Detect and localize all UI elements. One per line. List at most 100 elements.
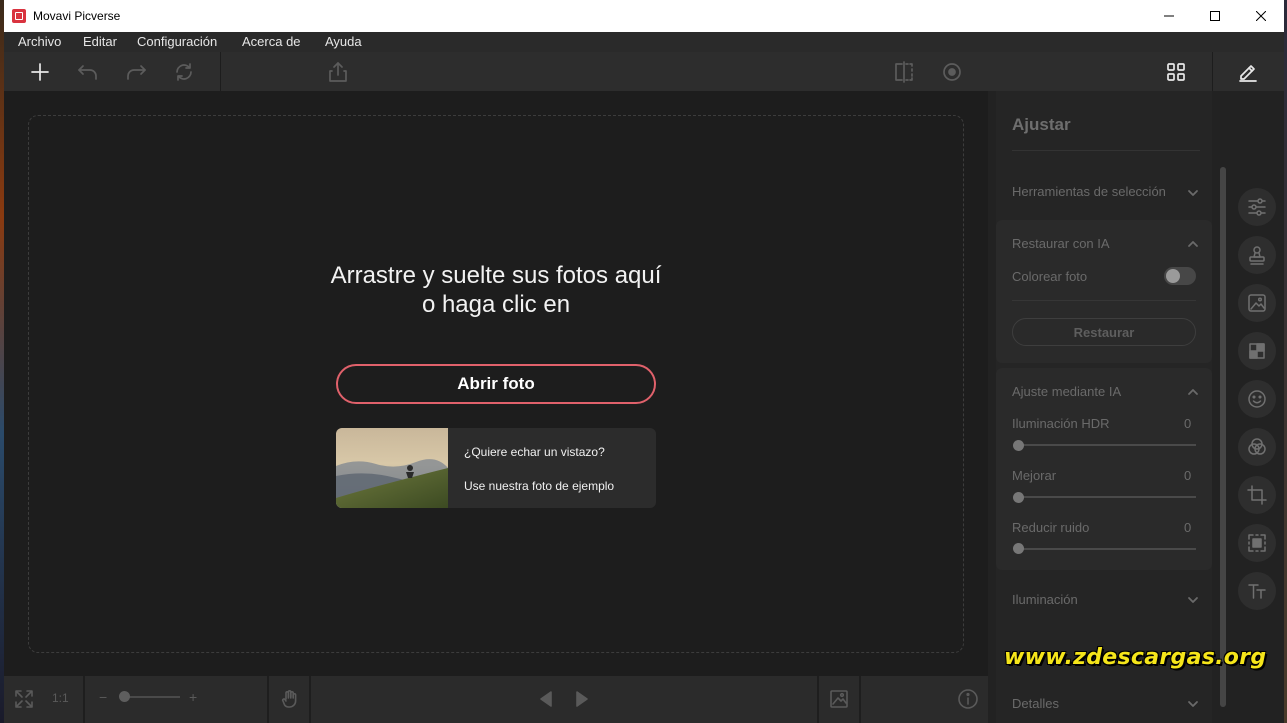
chevron-down-icon[interactable] [1187,186,1199,198]
text-tool-button[interactable] [1238,572,1276,610]
watermark-text: www.zdescargas.org [1004,645,1267,670]
slider-value-denoise: 0 [1184,520,1192,535]
info-icon [958,689,978,709]
minimize-button[interactable] [1146,0,1192,32]
refresh-icon [176,63,192,81]
next-photo-button[interactable] [571,688,593,710]
close-icon [1256,11,1266,21]
panel-scrollbar-thumb[interactable] [1220,167,1226,707]
bottom-divider [267,676,269,723]
details-label[interactable]: Detalles [1012,696,1059,711]
bottom-divider [309,676,311,723]
hdr-slider-thumb[interactable] [1013,440,1024,451]
info-button[interactable] [957,688,979,710]
text-icon [1248,584,1266,599]
bottom-divider [859,676,861,723]
undo-button[interactable] [75,59,101,85]
menu-ayuda[interactable]: Ayuda [325,34,362,49]
zoom-out-button[interactable]: − [99,689,107,705]
drop-text-line2: o haga clic en [421,291,571,318]
redo-button[interactable] [123,59,149,85]
export-button[interactable] [325,59,351,85]
adjust-tool-button[interactable] [1238,188,1276,226]
colorize-toggle[interactable] [1164,267,1196,285]
selection-tool-button[interactable] [1238,524,1276,562]
slider-label-hdr: Iluminación HDR [1012,416,1110,431]
filters-tool-button[interactable] [1238,428,1276,466]
maximize-icon [1210,11,1220,21]
open-photo-button[interactable]: Abrir foto [336,364,656,404]
group-divider [1012,300,1196,301]
slider-value-hdr: 0 [1184,416,1192,431]
previous-photo-button[interactable] [535,688,557,710]
checker-icon [1249,343,1265,359]
menu-editar[interactable]: Editar [83,34,117,49]
zoom-in-button[interactable]: + [189,689,197,705]
background-tool-button[interactable] [1238,284,1276,322]
hdr-slider-track[interactable] [1018,444,1196,446]
next-arrow-icon [576,691,588,707]
menu-acerca-de[interactable]: Acerca de [242,34,301,49]
chevron-down-icon[interactable] [1187,697,1199,709]
previous-arrow-icon [540,691,552,707]
smiley-icon [1248,390,1266,408]
preview-eye-icon [943,63,961,81]
slider-label-denoise: Reducir ruido [1012,520,1090,535]
slider-label-enhance: Mejorar [1012,468,1057,483]
window-title: Movavi Picverse [33,9,121,23]
zoom-one-to-one[interactable]: 1:1 [52,691,69,705]
selection-icon [1248,534,1266,552]
compare-button[interactable] [891,59,917,85]
menu-bar: Archivo Editar Configuración Acerca de A… [4,32,1284,52]
toolbar-divider [1212,52,1213,91]
share-icon [329,62,347,82]
denoise-slider-track[interactable] [1018,548,1196,550]
add-button[interactable] [27,59,53,85]
crop-tool-button[interactable] [1238,476,1276,514]
enhance-slider-thumb[interactable] [1013,492,1024,503]
sample-photo-card[interactable]: ¿Quiere echar un vistazo? Use nuestra fo… [336,428,656,508]
pan-hand-button[interactable] [279,688,301,710]
restore-button[interactable]: Restaurar [1012,318,1196,346]
lighting-label[interactable]: Iluminación [1012,592,1078,607]
zoom-slider-track[interactable] [124,696,180,698]
menu-archivo[interactable]: Archivo [18,34,61,49]
tools-rail [1234,91,1284,723]
retouch-tool-button[interactable] [1238,236,1276,274]
slider-value-enhance: 0 [1184,468,1192,483]
sample-photo-thumbnail [336,428,448,508]
maximize-button[interactable] [1192,0,1238,32]
chevron-up-icon[interactable] [1187,237,1199,249]
sample-subtitle[interactable]: Use nuestra foto de ejemplo [464,479,614,493]
chevron-down-icon[interactable] [1187,593,1199,605]
fit-screen-button[interactable] [13,688,35,710]
toolbar-divider [220,52,221,91]
edit-mode-button[interactable] [1235,59,1261,85]
close-button[interactable] [1238,0,1284,32]
object-removal-tool-button[interactable] [1238,332,1276,370]
image-icon [1248,294,1266,312]
grid-view-button[interactable] [1163,59,1189,85]
selection-tools-label[interactable]: Herramientas de selección [1012,184,1166,199]
zoom-slider-thumb[interactable] [119,691,130,702]
reset-button[interactable] [171,59,197,85]
plus-icon [31,63,49,81]
menu-configuracion[interactable]: Configuración [137,34,217,49]
enhance-slider-track[interactable] [1018,496,1196,498]
image-preview-button[interactable] [828,688,850,710]
chevron-up-icon[interactable] [1187,385,1199,397]
face-retouch-tool-button[interactable] [1238,380,1276,418]
undo-icon [78,65,97,80]
panel-title: Ajustar [1012,115,1071,134]
preview-button[interactable] [939,59,965,85]
sample-question: ¿Quiere echar un vistazo? [464,445,605,459]
edit-pencil-icon [1239,65,1257,82]
bottom-divider [83,676,85,723]
drop-text-line1: Arrastre y suelte sus fotos aquí [330,262,662,289]
denoise-slider-thumb[interactable] [1013,543,1024,554]
ai-adjust-header[interactable]: Ajuste mediante IA [1012,384,1121,399]
restore-ai-header[interactable]: Restaurar con IA [1012,236,1110,251]
adjust-sliders-icon [1248,198,1266,216]
stamp-icon [1249,246,1265,265]
drop-instructions: Arrastre y suelte sus fotos aquí o haga … [4,261,988,319]
